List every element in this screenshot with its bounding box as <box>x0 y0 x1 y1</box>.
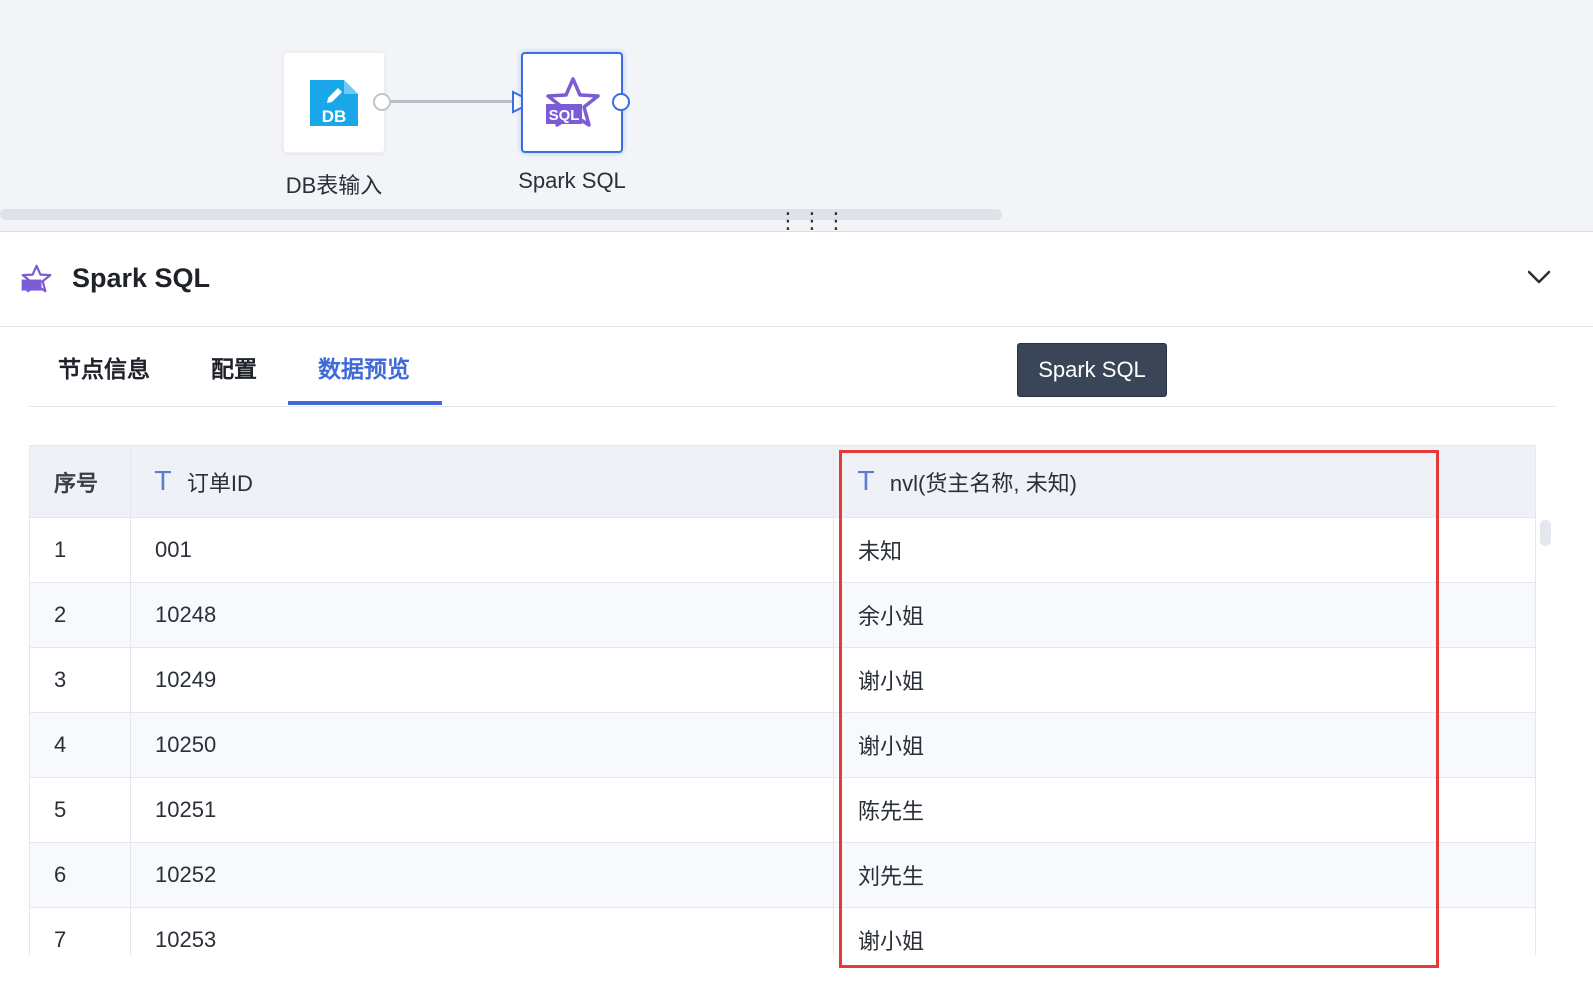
cell-order-id: 10252 <box>131 843 834 907</box>
column-header-index: 序号 <box>30 446 131 517</box>
text-type-icon: T <box>155 466 171 497</box>
table-header: 序号 T 订单ID T nvl(货主名称, 未知) <box>30 446 1535 518</box>
active-tab-indicator <box>288 401 442 405</box>
table-row[interactable]: 5 10251 陈先生 <box>30 778 1535 843</box>
tab-data-preview[interactable]: 数据预览 <box>318 350 410 384</box>
cell-index: 6 <box>30 843 131 907</box>
table-row[interactable]: 2 10248 余小姐 <box>30 583 1535 648</box>
cell-shipper: 谢小姐 <box>858 734 925 759</box>
column-header-nvl-shipper[interactable]: T nvl(货主名称, 未知) <box>834 446 1534 517</box>
cell-shipper: 谢小姐 <box>858 669 925 694</box>
panel-resize-handle[interactable]: ⋮⋮⋮ <box>777 210 849 232</box>
db-icon-text: DB <box>322 107 347 126</box>
cell-order-id: 10250 <box>131 713 834 777</box>
tab-node-info[interactable]: 节点信息 <box>58 350 150 384</box>
chevron-down-icon[interactable] <box>1526 268 1552 286</box>
panel-title: Spark SQL <box>72 263 211 293</box>
spark-sql-icon <box>21 264 52 293</box>
cell-shipper: 刘先生 <box>858 864 925 889</box>
table-row[interactable]: 6 10252 刘先生 <box>30 843 1535 908</box>
table-vertical-scrollbar[interactable] <box>1540 520 1551 546</box>
panel-tabs: 节点信息 配置 数据预览 <box>29 330 1556 407</box>
node-tooltip: Spark SQL <box>1017 343 1167 397</box>
sql-icon-text: SQL <box>549 107 580 124</box>
tab-config[interactable]: 配置 <box>211 350 257 384</box>
cell-shipper: 未知 <box>858 539 903 564</box>
db-node-output-port[interactable] <box>373 93 391 111</box>
panel-header <box>0 233 1593 327</box>
cell-order-id: 10249 <box>131 648 834 712</box>
canvas-horizontal-scrollbar[interactable] <box>0 209 1002 220</box>
column-header-label: 订单ID <box>186 470 253 496</box>
db-node-label: DB表输入 <box>285 173 383 198</box>
cell-index: 2 <box>30 583 131 647</box>
data-preview-table: 序号 T 订单ID T nvl(货主名称, 未知) 1 001 未知 2 102… <box>29 445 1536 974</box>
viewport-bottom <box>0 955 1593 993</box>
db-table-input-icon: DB <box>310 79 358 126</box>
table-row[interactable]: 4 10250 谢小姐 <box>30 713 1535 778</box>
text-type-icon: T <box>858 466 874 497</box>
spark-sql-node[interactable]: SQL <box>521 52 623 153</box>
workflow-canvas[interactable]: DB SQL DB表输入 Spark SQL <box>0 0 1593 232</box>
cell-shipper: 陈先生 <box>858 799 925 824</box>
spark-sql-icon: SQL <box>546 76 600 127</box>
cell-order-id: 001 <box>131 518 834 582</box>
column-header-label: 序号 <box>54 470 99 496</box>
table-row[interactable]: 1 001 未知 <box>30 518 1535 583</box>
spark-sql-node-output-port[interactable] <box>612 93 630 111</box>
cell-shipper: 余小姐 <box>858 604 925 629</box>
column-header-order-id[interactable]: T 订单ID <box>131 446 834 517</box>
cell-index: 5 <box>30 778 131 842</box>
cell-order-id: 10248 <box>131 583 834 647</box>
cell-index: 4 <box>30 713 131 777</box>
cell-order-id: 10251 <box>131 778 834 842</box>
cell-index: 3 <box>30 648 131 712</box>
spark-sql-node-label: Spark SQL <box>518 168 626 193</box>
db-table-input-node[interactable]: DB <box>283 52 385 153</box>
connection-edge[interactable] <box>391 100 513 103</box>
cell-index: 1 <box>30 518 131 582</box>
column-header-label: nvl(货主名称, 未知) <box>889 470 1077 496</box>
table-row[interactable]: 3 10249 谢小姐 <box>30 648 1535 713</box>
